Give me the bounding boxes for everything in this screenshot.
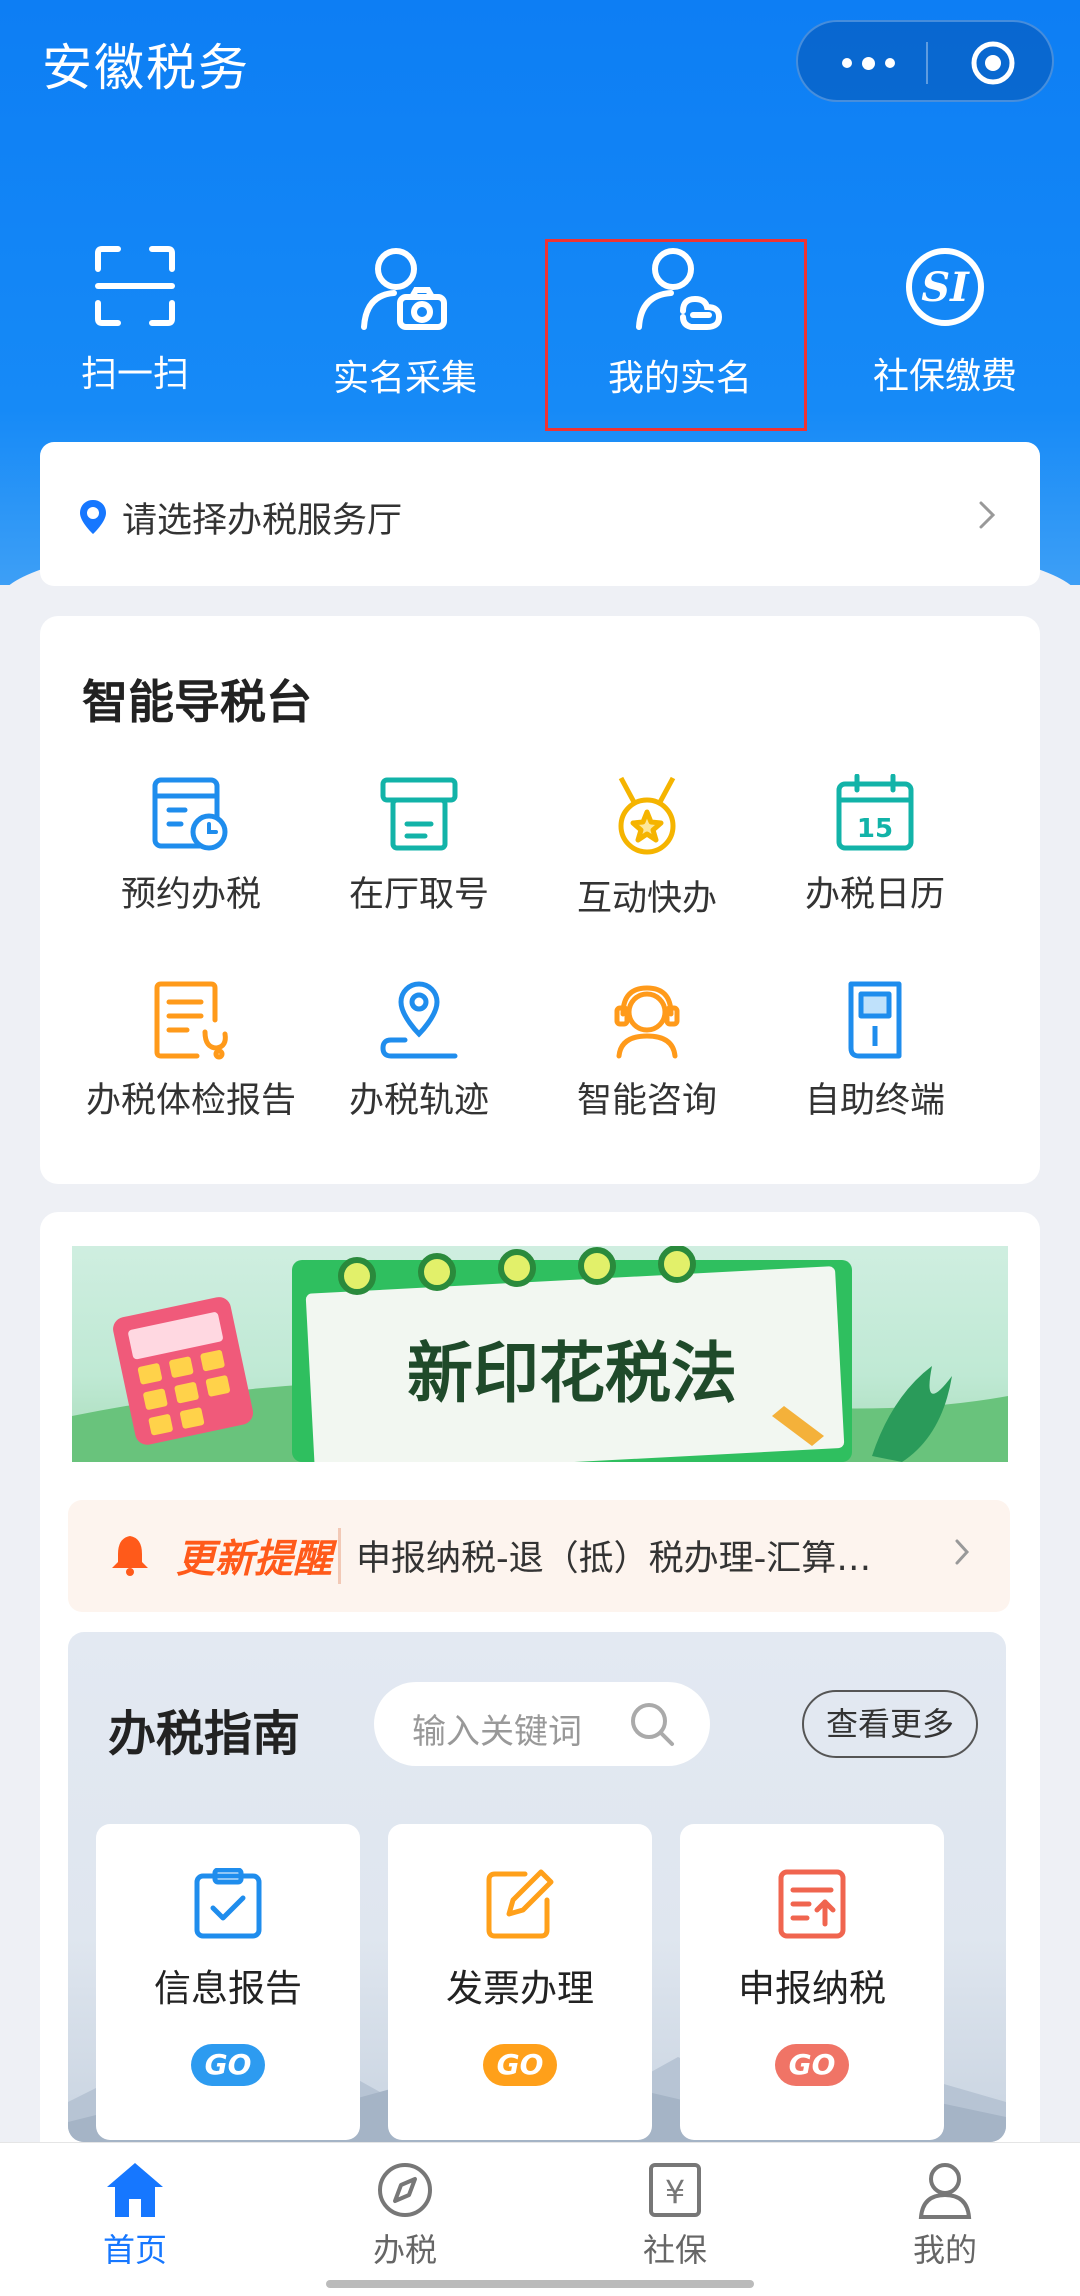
guide-card-label: 信息报告 — [154, 1967, 302, 2010]
tab-label: 办税 — [372, 2231, 437, 2269]
service-label: 办税体检报告 — [85, 1081, 296, 1121]
service-take-number[interactable]: 在厅取号 — [299, 774, 539, 917]
guide-card-label: 发票办理 — [446, 1967, 594, 2010]
quick-action-label: 社保缴费 — [872, 356, 1017, 397]
guide-card-info-report[interactable]: 信息报告 GO — [96, 1824, 360, 2140]
quick-action-scan[interactable]: 扫一扫 — [0, 245, 270, 435]
service-label: 预约办税 — [120, 875, 261, 915]
service-label: 自助终端 — [804, 1081, 945, 1121]
medal-icon — [618, 776, 676, 855]
service-hall-placeholder: 请选择办税服务厅 — [122, 501, 403, 541]
clipboard-check-icon — [194, 1868, 262, 1939]
section-title: 办税指南 — [108, 1706, 301, 1762]
service-interactive[interactable]: 互动快办 — [527, 774, 767, 921]
edit-document-icon — [486, 1869, 554, 1939]
tab-tax[interactable]: 办税 — [305, 2161, 505, 2271]
service-track[interactable]: 办税轨迹 — [299, 980, 539, 1123]
yuan-card-icon: ¥ — [649, 2163, 701, 2217]
tax-guide-section: 办税指南 输入关键词 查看更多 信息报告 GO 发票办理 GO 申报纳税 GO — [68, 1632, 1006, 2142]
guide-card-label: 申报纳税 — [738, 1967, 886, 2010]
quick-action-social-security[interactable]: SI 社保缴费 — [810, 245, 1080, 435]
service-label: 办税日历 — [804, 875, 945, 915]
terminal-icon — [848, 981, 902, 1059]
tab-label: 首页 — [102, 2231, 167, 2269]
tab-label: 我的 — [912, 2231, 977, 2269]
user-icon — [918, 2163, 972, 2219]
home-indicator — [326, 2280, 754, 2288]
bottom-tab-bar: 首页 办税 ¥ 社保 我的 — [0, 2142, 1080, 2296]
tab-home[interactable]: 首页 — [35, 2161, 235, 2271]
service-health-report[interactable]: 办税体检报告 — [71, 980, 311, 1123]
home-icon — [107, 2163, 163, 2217]
quick-action-realname-collect[interactable]: 实名采集 — [270, 245, 540, 435]
guide-card-invoice[interactable]: 发票办理 GO — [388, 1824, 652, 2140]
service-calendar[interactable]: 15 办税日历 — [755, 774, 995, 917]
customer-service-icon — [614, 985, 680, 1059]
tab-mine[interactable]: 我的 — [845, 2161, 1045, 2271]
compass-icon — [378, 2163, 432, 2217]
service-hall-selector[interactable]: 请选择办税服务厅 — [40, 442, 1040, 586]
app-title: 安徽税务 — [42, 39, 250, 97]
user-camera-icon — [361, 248, 447, 330]
view-more-button[interactable]: 查看更多 — [802, 1690, 978, 1758]
service-label: 互动快办 — [576, 879, 717, 919]
svg-text:15: 15 — [857, 814, 893, 844]
search-icon — [631, 1703, 674, 1746]
miniprogram-capsule — [796, 20, 1054, 102]
search-placeholder: 输入关键词 — [412, 1712, 582, 1752]
go-badge: GO — [483, 2044, 557, 2086]
tab-label: 社保 — [642, 2231, 707, 2269]
quick-action-my-realname[interactable]: 我的实名 — [545, 239, 815, 435]
quick-action-label: 实名采集 — [332, 358, 477, 399]
go-badge: GO — [191, 2044, 265, 2086]
appointment-icon — [152, 777, 228, 851]
service-label: 智能咨询 — [576, 1081, 717, 1121]
tab-social-security[interactable]: ¥ 社保 — [575, 2161, 775, 2271]
svg-text:¥: ¥ — [665, 2173, 685, 2211]
social-security-icon: SI — [906, 248, 984, 326]
go-badge: GO — [775, 2044, 849, 2086]
guide-card-declare[interactable]: 申报纳税 GO — [680, 1824, 944, 2140]
stamp-tax-banner[interactable]: 新印花税法 — [72, 1246, 1008, 1462]
declare-document-icon — [778, 1869, 846, 1939]
ticket-machine-icon — [380, 777, 458, 851]
update-notice-bar[interactable]: 更新提醒 申报纳税-退（抵）税办理-汇算… — [68, 1500, 1010, 1612]
close-miniprogram-icon[interactable] — [970, 40, 1016, 86]
notice-tag: 更新提醒 — [176, 1537, 333, 1582]
notice-text: 申报纳税-退（抵）税办理-汇算… — [356, 1539, 872, 1579]
bell-icon — [112, 1536, 148, 1576]
banner-art: 新印花税法 — [72, 1246, 1008, 1462]
service-label: 办税轨迹 — [348, 1081, 489, 1121]
more-menu-icon[interactable] — [828, 46, 908, 80]
service-terminal[interactable]: 自助终端 — [755, 980, 995, 1123]
calendar-icon: 15 — [836, 774, 914, 851]
highlight-box — [545, 239, 807, 431]
report-icon — [154, 981, 228, 1060]
service-label: 在厅取号 — [348, 875, 489, 915]
section-title: 智能导税台 — [82, 675, 312, 729]
service-appointment[interactable]: 预约办税 — [71, 774, 311, 917]
scan-icon — [95, 246, 175, 326]
chevron-right-icon — [955, 1539, 970, 1565]
quick-action-label: 扫一扫 — [80, 354, 189, 395]
location-track-icon — [380, 981, 458, 1059]
smart-desk-card: 智能导税台 预约办税 在厅取号 互动快办 15 办税日历 办税体检报告 办税轨迹… — [40, 616, 1040, 1184]
guide-search-input[interactable]: 输入关键词 — [374, 1682, 710, 1766]
location-pin-icon — [80, 500, 106, 534]
notice-divider — [338, 1528, 341, 1584]
chevron-right-icon — [979, 501, 996, 529]
capsule-divider — [926, 42, 928, 84]
svg-text:SI: SI — [921, 264, 970, 311]
service-consult[interactable]: 智能咨询 — [527, 980, 767, 1123]
banner-title: 新印花税法 — [407, 1335, 737, 1412]
